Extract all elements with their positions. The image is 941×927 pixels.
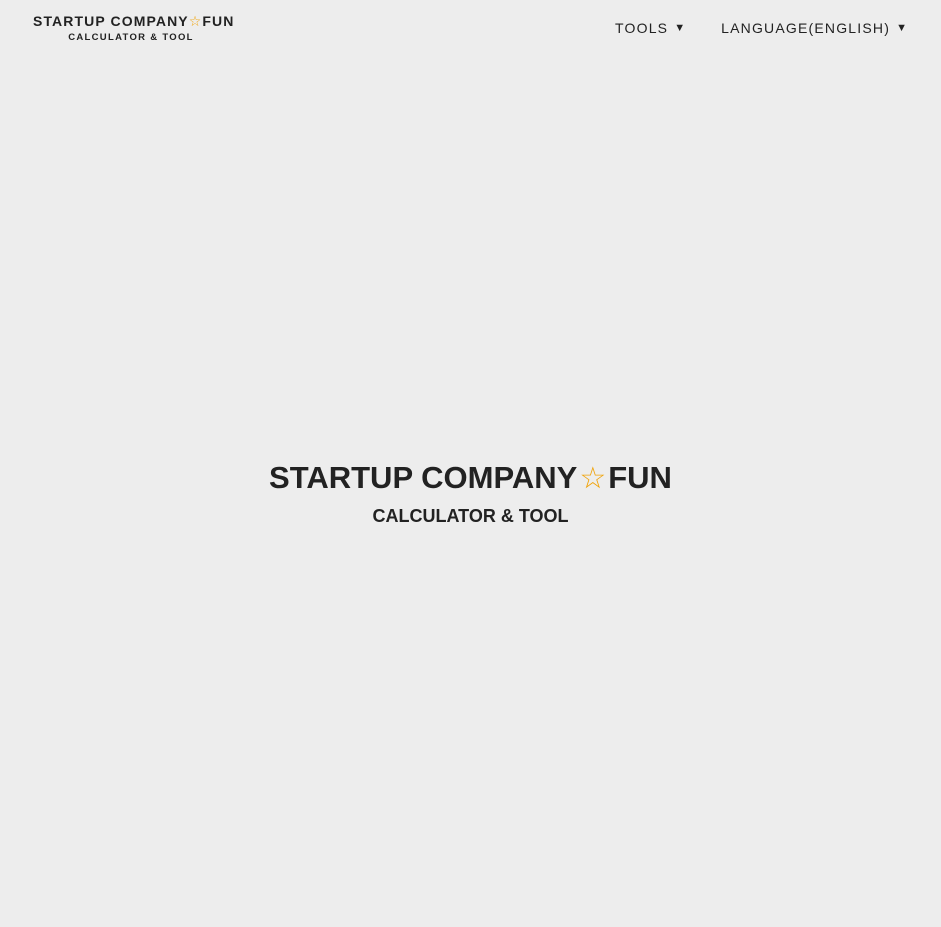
hero-title: STARTUP COMPANY☆FUN <box>0 458 941 499</box>
hero-title-suffix: FUN <box>608 460 672 495</box>
hero-section: STARTUP COMPANY☆FUN CALCULATOR & TOOL <box>0 458 941 528</box>
star-icon: ☆ <box>188 13 203 29</box>
language-menu-label: LANGUAGE(ENGLISH) <box>721 20 891 36</box>
logo-subtitle: CALCULATOR & TOOL <box>68 32 194 43</box>
tools-menu-label: TOOLS <box>615 20 669 36</box>
caret-down-icon: ▼ <box>896 22 907 34</box>
main-nav: TOOLS ▼ LANGUAGE(ENGLISH) ▼ <box>615 19 907 37</box>
caret-down-icon: ▼ <box>674 22 686 34</box>
tools-menu[interactable]: TOOLS ▼ <box>615 19 685 37</box>
language-menu[interactable]: LANGUAGE(ENGLISH) ▼ <box>721 19 907 37</box>
star-icon: ☆ <box>579 462 607 495</box>
logo-title: STARTUP COMPANY☆FUN <box>33 12 233 30</box>
site-header: STARTUP COMPANY☆FUN CALCULATOR & TOOL TO… <box>0 0 941 60</box>
hero-title-text: STARTUP COMPANY <box>269 460 578 495</box>
hero-subtitle: CALCULATOR & TOOL <box>372 506 569 526</box>
logo-title-text: STARTUP COMPANY <box>33 13 189 29</box>
logo-title-suffix: FUN <box>202 13 235 29</box>
site-logo-link[interactable]: STARTUP COMPANY☆FUN CALCULATOR & TOOL <box>33 12 233 44</box>
